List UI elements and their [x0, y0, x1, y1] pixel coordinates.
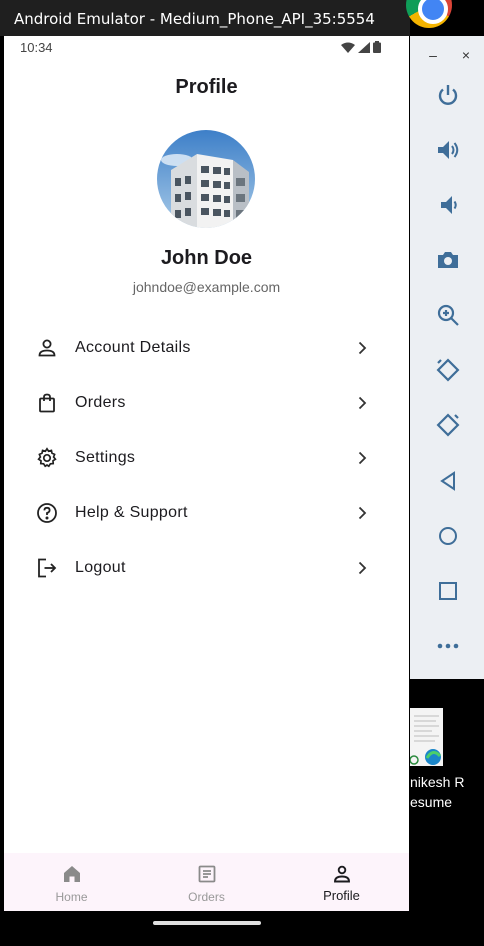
avatar — [157, 130, 255, 228]
list-icon — [198, 865, 215, 883]
desktop-background: nikesh R esume — [409, 679, 484, 946]
rotate-right-icon[interactable] — [435, 412, 461, 438]
help-circle-icon — [37, 502, 57, 523]
back-icon[interactable] — [435, 468, 461, 494]
menu-item-label: Help & Support — [75, 503, 188, 521]
emulator-title-bar: Android Emulator - Medium_Phone_API_35:5… — [0, 0, 410, 36]
gesture-bar — [4, 911, 409, 931]
user-email: johndoe@example.com — [132, 279, 281, 295]
minimize-button[interactable]: – — [424, 46, 442, 64]
emulator-toolbar: – × — [410, 36, 484, 679]
gear-icon — [37, 446, 57, 467]
nav-label: Orders — [188, 890, 225, 904]
power-icon[interactable] — [435, 82, 461, 108]
avatar-building-image — [157, 130, 255, 228]
home-icon[interactable] — [435, 523, 461, 549]
gesture-handle[interactable] — [153, 921, 261, 925]
status-icons — [341, 41, 381, 53]
overview-icon[interactable] — [435, 578, 461, 604]
document-thumbnail[interactable] — [409, 708, 443, 766]
chevron-right-icon — [358, 396, 367, 409]
chevron-right-icon — [358, 561, 367, 574]
nav-item-orders[interactable]: Orders — [139, 853, 274, 911]
shopping-bag-icon — [39, 393, 55, 412]
chevron-right-icon — [358, 506, 367, 519]
camera-icon[interactable] — [435, 247, 461, 273]
document-preview-icon — [409, 708, 443, 766]
bottom-navigation: Home Orders Profile — [4, 853, 409, 911]
menu-item-logout[interactable]: Logout — [4, 540, 409, 595]
status-time: 10:34 — [20, 40, 53, 55]
more-icon[interactable] — [435, 633, 461, 659]
menu-item-account-details[interactable]: Account Details — [4, 320, 409, 375]
window-controls: – × — [410, 46, 484, 64]
chevron-right-icon — [358, 341, 367, 354]
menu-item-label: Account Details — [75, 338, 191, 356]
nav-item-profile[interactable]: Profile — [274, 853, 409, 911]
menu-item-label: Logout — [75, 558, 126, 576]
person-icon — [38, 339, 56, 356]
zoom-icon[interactable] — [435, 302, 461, 328]
logout-icon — [38, 558, 57, 577]
status-bar: 10:34 — [4, 36, 409, 60]
nav-item-home[interactable]: Home — [4, 853, 139, 911]
menu-item-label: Orders — [75, 393, 126, 411]
wifi-icon — [341, 42, 355, 53]
phone-screen: 10:34 Profile John Doe johndoe@example.c… — [4, 36, 409, 931]
battery-icon — [373, 41, 381, 53]
emulator-window-title: Android Emulator - Medium_Phone_API_35:5… — [14, 10, 375, 28]
menu-item-label: Settings — [75, 448, 136, 466]
profile-menu: Account Details Orders Settings Help & S… — [4, 320, 409, 595]
desktop-file-label[interactable]: nikesh R esume — [410, 772, 484, 812]
desktop: Android Emulator - Medium_Phone_API_35:5… — [0, 0, 484, 946]
chevron-right-icon — [358, 451, 367, 464]
signal-icon — [358, 41, 370, 53]
person-icon — [333, 865, 350, 883]
volume-down-icon[interactable] — [435, 192, 461, 218]
file-label-line: esume — [410, 794, 453, 810]
rotate-left-icon[interactable] — [435, 357, 461, 383]
menu-item-orders[interactable]: Orders — [4, 375, 409, 430]
volume-up-icon[interactable] — [435, 137, 461, 163]
nav-label: Profile — [323, 888, 360, 903]
menu-item-settings[interactable]: Settings — [4, 430, 409, 485]
menu-item-help-support[interactable]: Help & Support — [4, 485, 409, 540]
close-button[interactable]: × — [457, 46, 475, 64]
file-label-line: nikesh R — [410, 774, 465, 790]
user-name: John Doe — [160, 247, 253, 269]
home-icon — [63, 866, 80, 882]
chrome-icon[interactable] — [406, 0, 452, 28]
page-title: Profile — [175, 76, 238, 98]
nav-label: Home — [55, 890, 88, 904]
